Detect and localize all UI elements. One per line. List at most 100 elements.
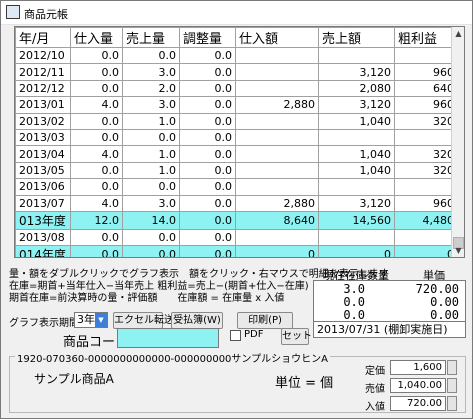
table-cell[interactable]: 14,560 xyxy=(318,210,396,230)
table-row[interactable]: 2013/05 0.0 1.0 0.0 1,040 320 xyxy=(15,161,459,180)
table-cell[interactable]: 0.0 xyxy=(70,178,124,196)
table-cell[interactable]: 0 xyxy=(235,245,320,257)
table-cell[interactable] xyxy=(394,128,459,147)
table-cell[interactable] xyxy=(318,128,396,147)
table-cell[interactable] xyxy=(235,79,320,98)
table-cell[interactable] xyxy=(235,112,320,130)
table-cell[interactable] xyxy=(235,46,320,65)
table-cell[interactable] xyxy=(318,228,396,247)
table-cell[interactable]: 1.0 xyxy=(122,112,181,130)
receive-ledger-button[interactable]: 受払簿(W) xyxy=(171,312,223,329)
table-cell[interactable]: 2.0 xyxy=(122,79,181,98)
table-cell[interactable]: 0.0 xyxy=(70,228,124,247)
scroll-up-icon[interactable]: ▲ xyxy=(452,27,465,40)
table-row[interactable]: 2012/10 0.0 0.0 0.0 xyxy=(15,46,459,65)
column-header[interactable]: 仕入量 xyxy=(70,27,124,48)
table-cell[interactable]: 0.0 xyxy=(179,46,237,65)
set-button[interactable]: セット xyxy=(281,328,312,345)
table-cell[interactable]: 640 xyxy=(394,79,459,98)
table-cell[interactable]: 4.0 xyxy=(70,145,124,163)
table-cell[interactable]: 0.0 xyxy=(179,112,237,130)
table-cell[interactable] xyxy=(318,46,396,65)
table-cell[interactable]: 0.0 xyxy=(70,79,124,98)
table-cell[interactable] xyxy=(235,128,320,147)
table-cell[interactable]: 0.0 xyxy=(179,210,237,230)
table-cell[interactable]: 3.0 xyxy=(122,96,181,114)
column-header[interactable]: 調整量 xyxy=(179,27,237,48)
column-header[interactable]: 売上量 xyxy=(122,27,181,48)
table-row[interactable]: 2013/01 4.0 3.0 0.0 2,880 3,120 960 xyxy=(15,96,459,114)
table-row[interactable]: 2013/04 4.0 1.0 0.0 1,040 320 xyxy=(15,145,459,163)
table-row[interactable]: 2013/02 0.0 1.0 0.0 1,040 320 xyxy=(15,112,459,130)
table-row[interactable]: 2013/06 0.0 0.0 0.0 xyxy=(15,178,459,196)
scroll-down-icon[interactable]: ▼ xyxy=(452,244,465,257)
table-cell[interactable]: 1,040 xyxy=(318,145,396,163)
sell-price-button[interactable] xyxy=(447,378,457,393)
table-row[interactable]: 2013/07 4.0 3.0 0.0 2,880 3,120 960 xyxy=(15,194,459,212)
column-header[interactable]: 粗利益 xyxy=(394,27,459,48)
print-button[interactable]: 印刷(P) xyxy=(237,312,293,329)
pdf-checkbox[interactable] xyxy=(230,330,241,341)
table-cell[interactable]: 0.0 xyxy=(122,228,181,247)
table-row[interactable]: 014年度0.00.00.0000 xyxy=(15,245,459,257)
table-cell[interactable]: 0.0 xyxy=(179,128,237,147)
column-header[interactable]: 年/月 xyxy=(15,27,72,48)
table-cell[interactable] xyxy=(394,178,459,196)
table-cell[interactable]: 960 xyxy=(394,63,459,81)
table-cell[interactable]: 0.0 xyxy=(179,63,237,81)
table-cell[interactable]: 8,640 xyxy=(235,210,320,230)
table-row[interactable]: 2012/12 0.0 2.0 0.0 2,080 640 xyxy=(15,79,459,98)
table-cell[interactable]: 3,120 xyxy=(318,96,396,114)
table-cell[interactable]: 0.0 xyxy=(179,228,237,247)
table-row[interactable]: 2013/08 0.0 0.0 0.0 xyxy=(15,228,459,247)
table-cell[interactable]: 320 xyxy=(394,112,459,130)
table-cell[interactable]: 1.0 xyxy=(122,161,181,180)
table-row[interactable]: 2012/11 0.0 3.0 0.0 3,120 960 xyxy=(15,63,459,81)
table-cell[interactable]: 0.0 xyxy=(122,245,181,257)
table-cell[interactable]: 0.0 xyxy=(70,63,124,81)
table-cell[interactable]: 960 xyxy=(394,194,459,212)
table-cell[interactable] xyxy=(235,145,320,163)
table-cell[interactable] xyxy=(235,63,320,81)
product-code-input[interactable] xyxy=(117,328,219,348)
table-cell[interactable]: 0.0 xyxy=(70,161,124,180)
list-price-button[interactable] xyxy=(447,360,457,375)
table-cell[interactable]: 12.0 xyxy=(70,210,124,230)
table-cell[interactable]: 1,040 xyxy=(318,112,396,130)
table-cell[interactable]: 2,880 xyxy=(235,96,320,114)
table-cell[interactable]: 4,480 xyxy=(394,210,459,230)
table-cell[interactable]: 0 xyxy=(394,245,459,257)
table-cell[interactable]: 0.0 xyxy=(179,145,237,163)
table-cell[interactable]: 0.0 xyxy=(70,245,124,257)
table-cell[interactable]: 14.0 xyxy=(122,210,181,230)
column-header[interactable]: 仕入額 xyxy=(235,27,320,48)
table-cell[interactable]: 2,880 xyxy=(235,194,320,212)
table-cell[interactable]: 320 xyxy=(394,161,459,180)
table-cell[interactable]: 3.0 xyxy=(122,63,181,81)
table-cell[interactable]: 3,120 xyxy=(318,63,396,81)
table-cell[interactable]: 0.0 xyxy=(179,178,237,196)
graph-period-select[interactable]: 3年 ▼ xyxy=(74,312,108,328)
table-row[interactable]: 2013/03 0.0 0.0 0.0 xyxy=(15,128,459,147)
grid-scrollbar[interactable]: ▲ ▼ xyxy=(451,27,464,257)
table-cell[interactable] xyxy=(235,178,320,196)
table-cell[interactable]: 3.0 xyxy=(122,194,181,212)
table-cell[interactable]: 0.0 xyxy=(70,112,124,130)
table-cell[interactable]: 1,040 xyxy=(318,161,396,180)
table-cell[interactable]: 1.0 xyxy=(122,145,181,163)
table-cell[interactable] xyxy=(394,46,459,65)
table-cell[interactable] xyxy=(394,228,459,247)
table-cell[interactable]: 0.0 xyxy=(179,79,237,98)
table-cell[interactable]: 0.0 xyxy=(122,128,181,147)
table-row[interactable]: 013年度 12.0 14.0 0.0 8,640 14,560 4,480 xyxy=(15,210,459,230)
table-cell[interactable]: 4.0 xyxy=(70,96,124,114)
table-cell[interactable] xyxy=(235,161,320,180)
table-cell[interactable]: 3,120 xyxy=(318,194,396,212)
cost-price-button[interactable] xyxy=(447,396,457,411)
table-cell[interactable]: 0.0 xyxy=(122,178,181,196)
table-cell[interactable]: 320 xyxy=(394,145,459,163)
ledger-grid[interactable]: 年/月 仕入量 売上量 調整量 仕入額 売上額 粗利益 2012/10 0.0 0.… xyxy=(14,26,465,258)
table-cell[interactable]: 4.0 xyxy=(70,194,124,212)
table-cell[interactable]: 960 xyxy=(394,96,459,114)
table-cell[interactable] xyxy=(235,228,320,247)
